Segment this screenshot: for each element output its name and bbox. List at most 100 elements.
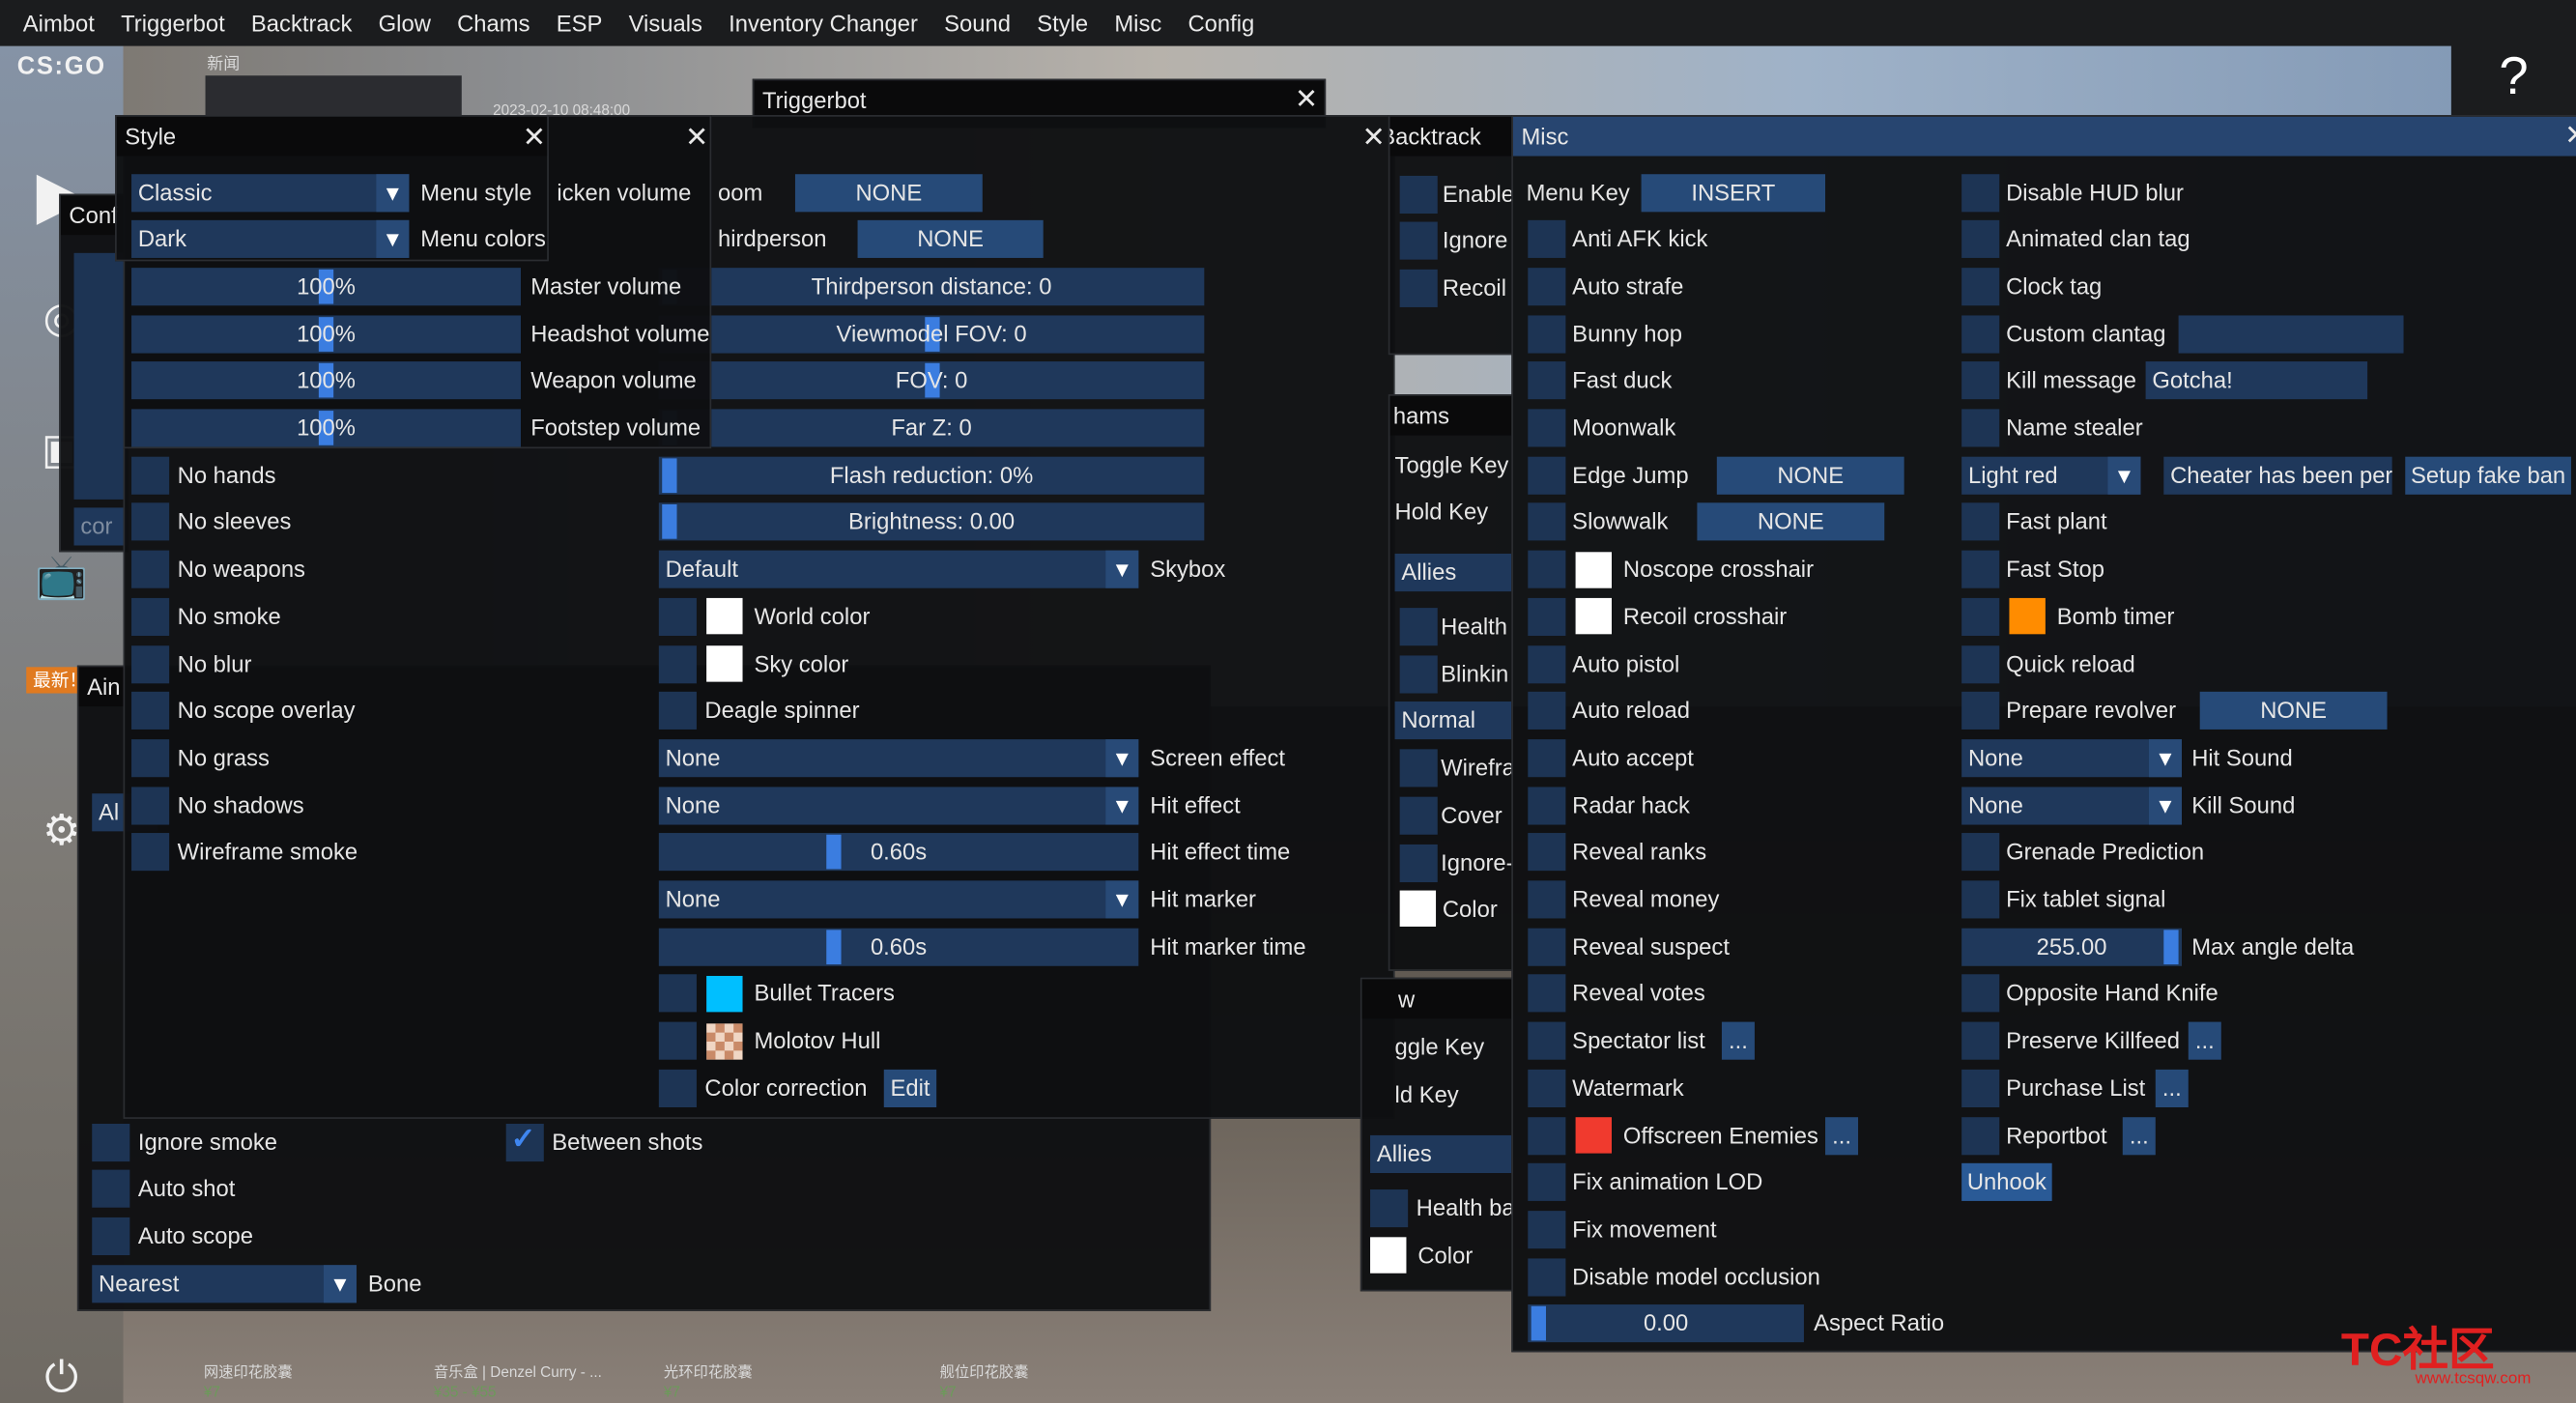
checkbox[interactable] bbox=[1399, 654, 1438, 693]
checkbox[interactable] bbox=[1528, 314, 1566, 353]
checkbox[interactable] bbox=[1528, 409, 1566, 447]
chevron-down-icon[interactable]: ▼ bbox=[376, 173, 410, 212]
checkbox[interactable] bbox=[131, 833, 170, 872]
tv-icon[interactable]: 📺 bbox=[0, 552, 124, 603]
color-swatch[interactable] bbox=[1575, 598, 1612, 635]
checkbox[interactable] bbox=[658, 692, 697, 730]
menu-triggerbot[interactable]: Triggerbot bbox=[121, 10, 225, 36]
color-swatch[interactable] bbox=[706, 598, 743, 635]
color-swatch[interactable] bbox=[1575, 1117, 1612, 1154]
hit-marker-dropdown[interactable]: None ▼ bbox=[658, 880, 1139, 919]
checkbox[interactable] bbox=[1528, 267, 1566, 306]
checkbox[interactable] bbox=[1961, 409, 2000, 447]
screen-effect-dropdown[interactable]: None ▼ bbox=[658, 738, 1139, 778]
skybox-dropdown[interactable]: Default ▼ bbox=[658, 550, 1139, 588]
checkbox[interactable] bbox=[131, 502, 170, 542]
menu-backtrack[interactable]: Backtrack bbox=[251, 10, 353, 36]
slider[interactable]: Brightness: 0.00 bbox=[658, 502, 1205, 542]
chevron-down-icon[interactable]: ▼ bbox=[376, 220, 410, 259]
category-dropdown[interactable]: Allies bbox=[1394, 553, 1512, 591]
aspect-ratio-slider[interactable]: 0.00 bbox=[1528, 1304, 1804, 1343]
color-swatch[interactable] bbox=[706, 1022, 743, 1060]
checkbox[interactable] bbox=[1399, 795, 1438, 834]
checkbox[interactable] bbox=[1399, 844, 1438, 882]
options-button[interactable]: ... bbox=[1825, 1116, 1859, 1155]
checkbox[interactable] bbox=[1961, 550, 2000, 588]
checkbox[interactable] bbox=[1528, 644, 1566, 683]
checkbox[interactable] bbox=[1528, 1069, 1566, 1107]
checkbox[interactable] bbox=[658, 644, 697, 683]
checkbox[interactable] bbox=[1961, 267, 2000, 306]
bone-dropdown[interactable]: Nearest ▼ bbox=[92, 1264, 357, 1303]
setup-fake-ban-button[interactable]: Setup fake ban bbox=[2405, 456, 2571, 495]
checkbox[interactable] bbox=[1961, 1116, 2000, 1155]
menu-colors-dropdown[interactable]: Dark ▼ bbox=[131, 220, 410, 259]
chevron-down-icon[interactable]: ▼ bbox=[1105, 738, 1139, 778]
chevron-down-icon[interactable]: ▼ bbox=[2148, 738, 2182, 778]
checkbox[interactable] bbox=[131, 644, 170, 683]
unhook-button[interactable]: Unhook bbox=[1961, 1163, 2052, 1202]
volume-slider[interactable]: 100% bbox=[131, 267, 521, 306]
checkbox[interactable] bbox=[1528, 597, 1566, 636]
hit-effect-dropdown[interactable]: None ▼ bbox=[658, 786, 1139, 824]
slider-grab[interactable] bbox=[826, 835, 843, 870]
chevron-down-icon[interactable]: ▼ bbox=[2148, 786, 2182, 824]
config-name-input[interactable]: cor bbox=[73, 507, 127, 546]
checkbox[interactable] bbox=[1528, 786, 1566, 824]
menu-esp[interactable]: ESP bbox=[557, 10, 603, 36]
max-angle-delta-slider[interactable]: 255.00 bbox=[1961, 928, 2182, 966]
checkbox[interactable] bbox=[131, 456, 170, 495]
edit-button[interactable]: Edit bbox=[883, 1069, 937, 1107]
category-dropdown[interactable]: Allies bbox=[1370, 1134, 1512, 1173]
checkbox[interactable] bbox=[1961, 644, 2000, 683]
zoom-key-button[interactable]: NONE bbox=[794, 173, 983, 212]
checkbox[interactable] bbox=[1961, 361, 2000, 400]
checkbox[interactable] bbox=[1961, 692, 2000, 730]
config-list[interactable] bbox=[73, 252, 127, 500]
checkbox[interactable] bbox=[1399, 748, 1438, 787]
checkbox[interactable] bbox=[1528, 1021, 1566, 1060]
checkbox[interactable] bbox=[1528, 880, 1566, 919]
checkbox[interactable] bbox=[1961, 173, 2000, 212]
material-dropdown[interactable]: Normal bbox=[1394, 701, 1512, 739]
checkbox[interactable] bbox=[131, 786, 170, 824]
menu-style[interactable]: Style bbox=[1037, 10, 1088, 36]
keybind-button[interactable]: NONE bbox=[2199, 692, 2388, 730]
checkbox[interactable] bbox=[1961, 974, 2000, 1014]
checkbox[interactable] bbox=[1399, 221, 1438, 260]
checkbox[interactable] bbox=[1370, 1188, 1409, 1227]
checkbox[interactable] bbox=[1528, 456, 1566, 495]
checkbox[interactable] bbox=[1961, 1069, 2000, 1107]
close-icon[interactable]: ✕ bbox=[523, 120, 546, 156]
chevron-down-icon[interactable]: ▼ bbox=[2107, 456, 2141, 495]
slider[interactable]: FOV: 0 bbox=[658, 361, 1205, 400]
volume-slider[interactable]: 100% bbox=[131, 314, 521, 353]
checkbox[interactable] bbox=[1961, 220, 2000, 259]
fake-ban-color-dropdown[interactable]: Light red ▼ bbox=[1961, 456, 2141, 495]
checkbox[interactable] bbox=[1961, 597, 2000, 636]
keybind-button[interactable]: NONE bbox=[1697, 502, 1885, 542]
checkbox[interactable] bbox=[92, 1217, 130, 1255]
menu-key-button[interactable]: INSERT bbox=[1641, 173, 1826, 212]
checkbox[interactable] bbox=[1528, 738, 1566, 778]
checkbox[interactable] bbox=[1528, 361, 1566, 400]
close-icon[interactable]: ✕ bbox=[1295, 82, 1318, 118]
menu-style-dropdown[interactable]: Classic ▼ bbox=[131, 173, 410, 212]
checkbox[interactable] bbox=[92, 1169, 130, 1209]
slider-grab[interactable] bbox=[1531, 1306, 1546, 1341]
checkbox[interactable] bbox=[1961, 502, 2000, 542]
checkbox[interactable] bbox=[1528, 1257, 1566, 1296]
hit-marker-time-slider[interactable]: 0.60s bbox=[658, 928, 1139, 966]
hit-sound-dropdown[interactable]: None ▼ bbox=[1961, 738, 2182, 778]
options-button[interactable]: ... bbox=[2122, 1116, 2156, 1155]
checkbox[interactable]: ✓ bbox=[505, 1121, 544, 1161]
power-icon[interactable]: ⏻ bbox=[0, 1352, 124, 1403]
options-button[interactable]: ... bbox=[1721, 1021, 1755, 1060]
menu-config[interactable]: Config bbox=[1188, 10, 1254, 36]
slider[interactable]: Thirdperson distance: 0 bbox=[658, 267, 1205, 306]
checkbox[interactable] bbox=[1528, 550, 1566, 588]
checkbox[interactable] bbox=[131, 738, 170, 778]
checkbox[interactable] bbox=[1961, 1021, 2000, 1060]
checkbox[interactable] bbox=[131, 597, 170, 636]
color-swatch[interactable] bbox=[1370, 1237, 1407, 1274]
